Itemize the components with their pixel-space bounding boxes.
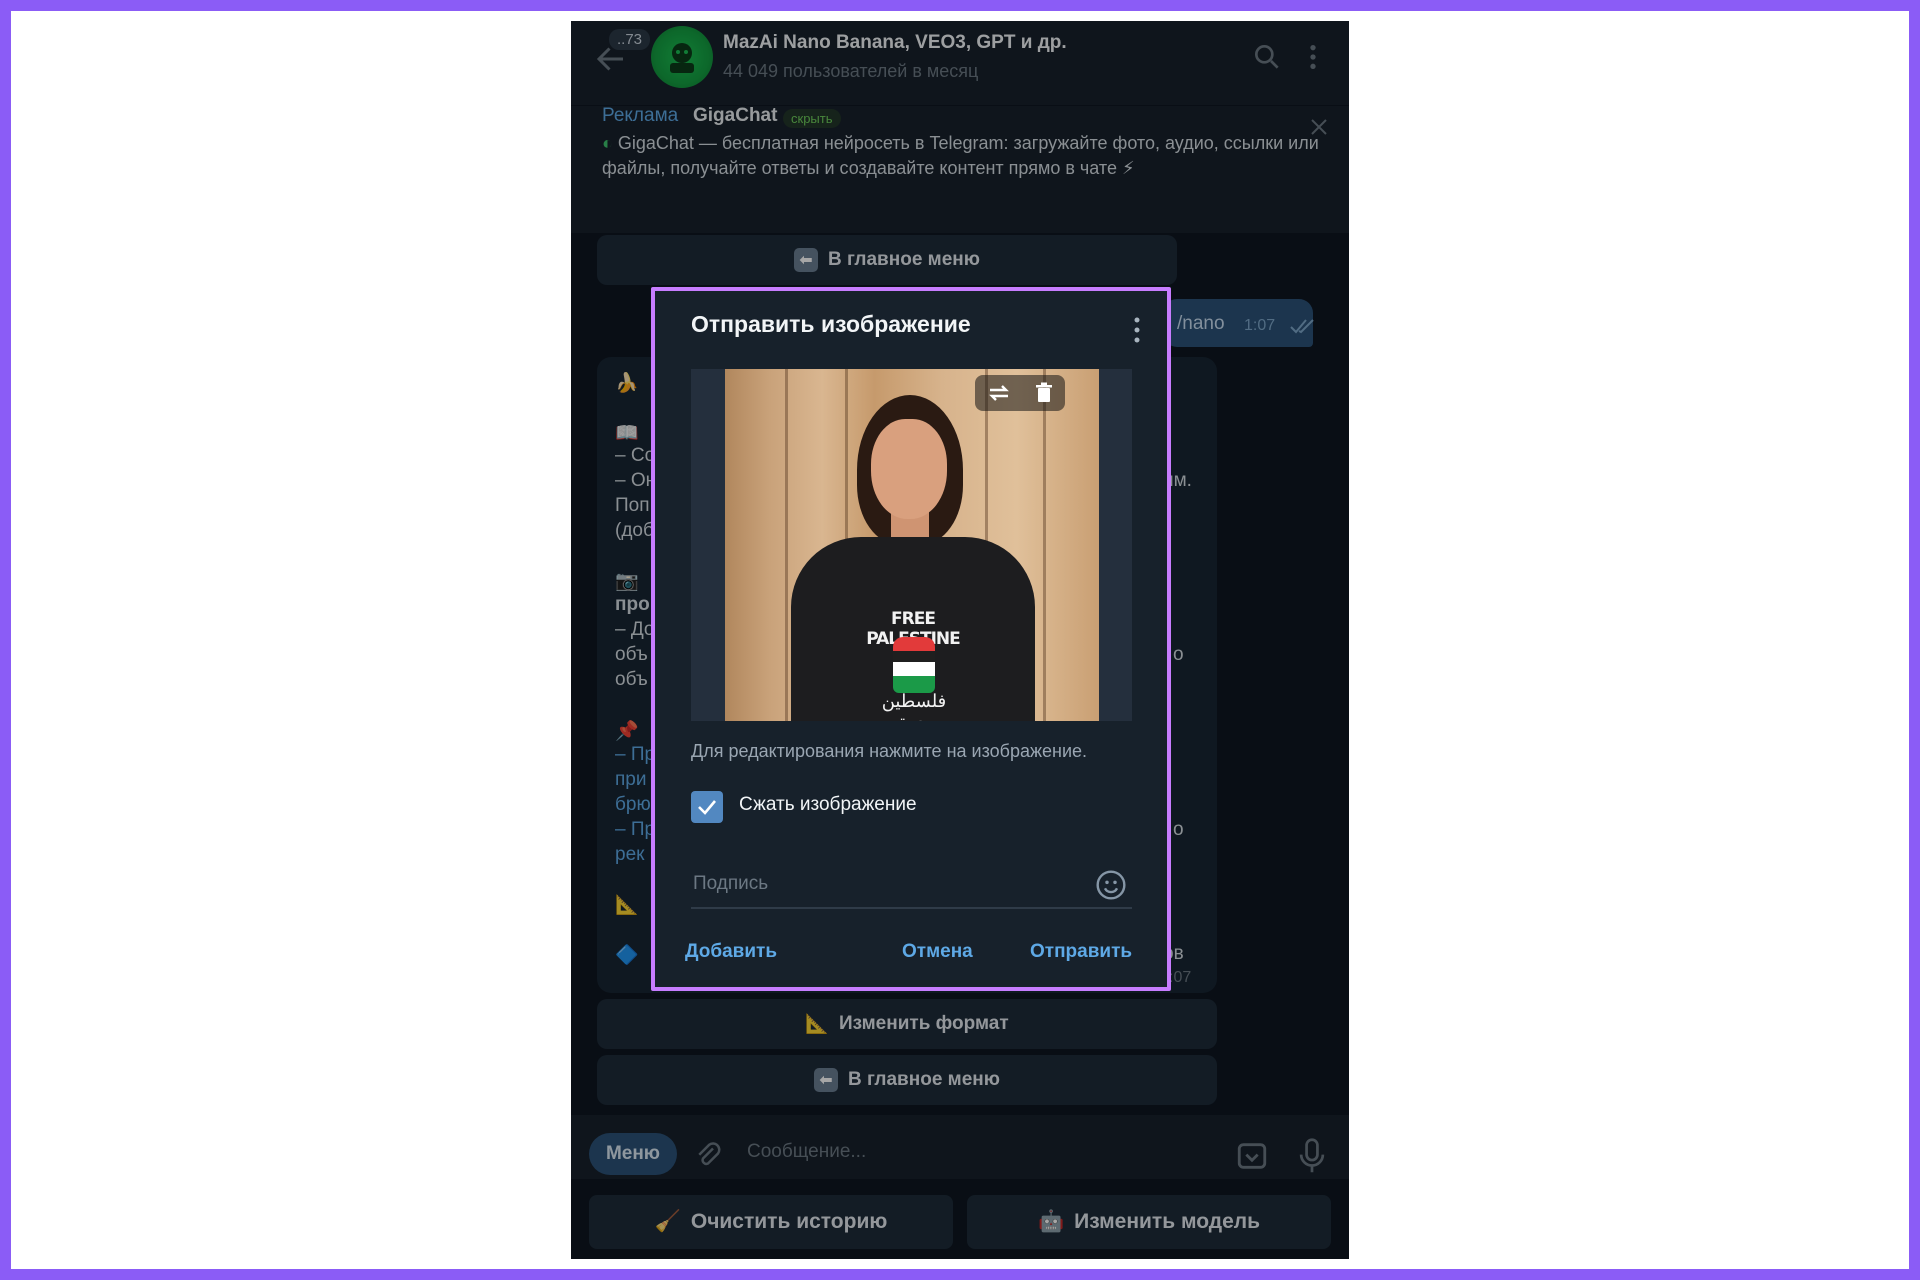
photo-toolbar — [975, 375, 1065, 411]
caption-placeholder: Подпись — [693, 873, 769, 894]
emoji-icon[interactable] — [1095, 869, 1127, 901]
send-button[interactable]: Отправить — [1030, 941, 1132, 963]
check-icon — [698, 800, 716, 815]
wall-seam — [1043, 369, 1046, 721]
wall-seam — [785, 369, 788, 721]
replace-image-icon[interactable] — [986, 382, 1012, 404]
caption-input[interactable]: Подпись — [691, 861, 1132, 909]
send-image-dialog: Отправить изображение FREE PALESTINE فلس… — [651, 287, 1171, 991]
image-preview[interactable]: FREE PALESTINE فلسطين حرة — [691, 369, 1132, 721]
person-face — [871, 419, 947, 519]
cancel-button[interactable]: Отмена — [902, 941, 973, 963]
photo[interactable]: FREE PALESTINE فلسطين حرة — [725, 369, 1099, 721]
compress-label[interactable]: Сжать изображение — [739, 794, 917, 816]
add-button[interactable]: Добавить — [685, 941, 777, 963]
trash-icon[interactable] — [1034, 382, 1054, 404]
dialog-title: Отправить изображение — [691, 311, 971, 337]
fist-flag-graphic — [893, 637, 935, 693]
more-vertical-icon[interactable] — [1129, 315, 1145, 345]
compress-checkbox[interactable] — [691, 791, 723, 823]
edit-hint: Для редактирования нажмите на изображени… — [691, 741, 1088, 761]
shirt-arabic-text: فلسطين حرة — [881, 691, 947, 721]
